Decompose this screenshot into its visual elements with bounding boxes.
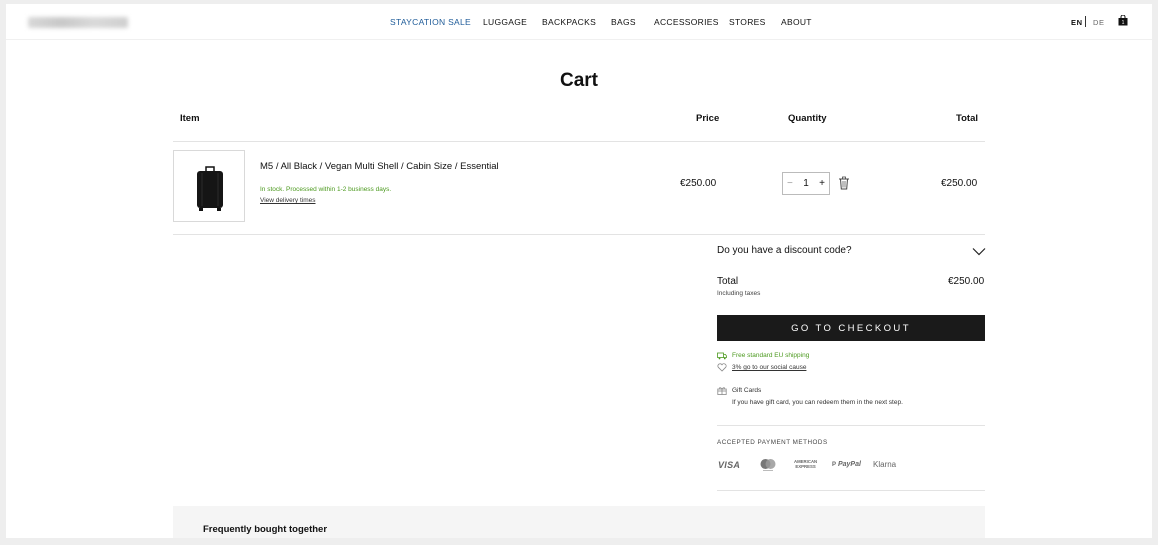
nav-stores[interactable]: STORES xyxy=(729,17,766,27)
unit-price: €250.00 xyxy=(680,178,717,189)
lang-divider xyxy=(1085,16,1086,27)
truck-icon xyxy=(717,352,727,360)
gift-icon xyxy=(717,387,727,395)
discount-code-toggle[interactable]: Do you have a discount code? xyxy=(717,245,852,256)
suitcase-image xyxy=(197,166,223,211)
product-thumbnail[interactable] xyxy=(173,150,245,222)
site-header: STAYCATION SALE LUGGAGE BACKPACKS BAGS A… xyxy=(6,4,1152,40)
divider xyxy=(173,141,985,142)
quantity-decrease-button[interactable]: − xyxy=(787,178,793,189)
frequently-bought-together-section: Frequently bought together xyxy=(173,506,985,538)
page-title: Cart xyxy=(559,70,598,91)
heart-icon xyxy=(717,363,727,372)
nav-bags[interactable]: BAGS xyxy=(611,17,636,27)
divider xyxy=(173,234,985,235)
summary-total-label: Total xyxy=(717,276,739,287)
nav-staycation-sale[interactable]: STAYCATION SALE xyxy=(390,17,471,27)
brand-logo[interactable] xyxy=(28,17,128,28)
free-shipping-note: Free standard EU shipping xyxy=(732,352,810,359)
klarna-logo: Klarna xyxy=(873,460,897,469)
product-name[interactable]: M5 / All Black / Vegan Multi Shell / Cab… xyxy=(260,161,499,172)
divider xyxy=(717,425,985,426)
divider xyxy=(717,490,985,491)
quantity-value[interactable]: 1 xyxy=(803,178,809,189)
column-total: Total xyxy=(956,113,978,124)
paypal-logo-text: PayPal xyxy=(837,461,861,468)
trash-icon[interactable] xyxy=(838,176,850,190)
summary-total-value: €250.00 xyxy=(948,276,985,287)
gift-cards-title: Gift Cards xyxy=(732,387,762,394)
nav-about[interactable]: ABOUT xyxy=(781,17,812,27)
stock-status: In stock. Processed within 1-2 business … xyxy=(260,186,392,193)
amex-logo-line-2: EXPRESS xyxy=(795,464,816,469)
nav-luggage[interactable]: LUGGAGE xyxy=(483,17,527,27)
column-price: Price xyxy=(696,113,720,124)
paypal-logo: P PayPal xyxy=(832,461,861,468)
lang-de[interactable]: DE xyxy=(1093,18,1105,27)
checkout-button[interactable]: GO TO CHECKOUT xyxy=(717,315,985,341)
nav-accessories[interactable]: ACCESSORIES xyxy=(654,17,719,27)
chevron-down-icon[interactable] xyxy=(972,247,986,256)
visa-logo: VISA xyxy=(718,460,741,470)
amex-logo: AMERICAN EXPRESS xyxy=(794,459,817,473)
payment-methods-title: ACCEPTED PAYMENT METHODS xyxy=(717,439,828,446)
delivery-times-link[interactable]: View delivery times xyxy=(260,197,316,204)
line-total: €250.00 xyxy=(941,178,978,189)
summary-tax-note: Including taxes xyxy=(717,290,761,297)
cart-bag-icon[interactable]: 1 xyxy=(1118,15,1128,26)
quantity-increase-button[interactable]: + xyxy=(819,178,825,189)
mastercard-icon xyxy=(760,459,776,471)
nav-backpacks[interactable]: BACKPACKS xyxy=(542,17,596,27)
page: STAYCATION SALE LUGGAGE BACKPACKS BAGS A… xyxy=(6,4,1152,538)
column-quantity: Quantity xyxy=(788,113,827,124)
svg-text:1: 1 xyxy=(1122,20,1125,26)
column-item: Item xyxy=(180,113,200,124)
social-cause-link[interactable]: 3% go to our social cause xyxy=(732,364,806,371)
gift-cards-note: If you have gift card, you can redeem th… xyxy=(732,399,903,406)
lang-en[interactable]: EN xyxy=(1071,18,1083,27)
quantity-stepper: − 1 + xyxy=(782,172,830,195)
section-title: Frequently bought together xyxy=(203,524,328,535)
